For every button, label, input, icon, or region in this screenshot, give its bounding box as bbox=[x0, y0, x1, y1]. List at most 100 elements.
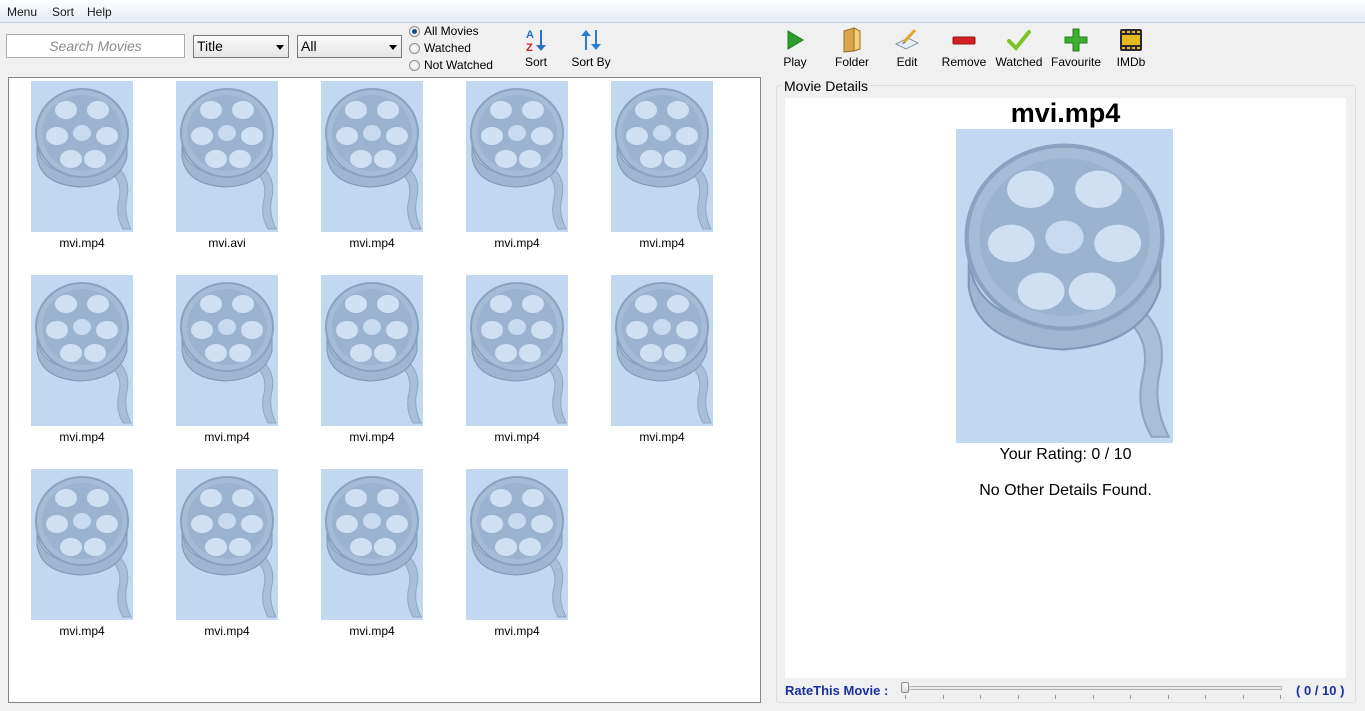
movie-tile[interactable]: mvi.mp4 bbox=[321, 275, 423, 444]
movie-tile[interactable]: mvi.mp4 bbox=[321, 81, 423, 250]
film-reel-thumbnail bbox=[321, 469, 423, 620]
radio-icon[interactable] bbox=[409, 59, 420, 71]
movie-name: mvi.mp4 bbox=[494, 236, 540, 250]
chevron-down-icon bbox=[276, 45, 284, 50]
radio-label: Not Watched bbox=[424, 58, 493, 72]
movie-tile[interactable]: mvi.mp4 bbox=[31, 81, 133, 250]
sort-arrows-icon bbox=[570, 26, 612, 54]
movie-grid[interactable]: mvi.mp4 mvi.avi mvi.mp4 mvi.mp4 mvi.mp4 … bbox=[8, 77, 761, 703]
film-reel-thumbnail bbox=[176, 469, 278, 620]
movie-name: mvi.mp4 bbox=[494, 430, 540, 444]
detail-other-text: No Other Details Found. bbox=[979, 482, 1152, 499]
slider-tick bbox=[1092, 695, 1094, 699]
slider-tick bbox=[980, 695, 981, 699]
movie-tile[interactable]: mvi.mp4 bbox=[321, 469, 423, 638]
minus-icon bbox=[941, 26, 987, 54]
sort-field-value: Title bbox=[197, 38, 223, 54]
chevron-down-icon bbox=[389, 45, 397, 50]
movie-details-content: mvi.mp4 Your Rating: 0 / 10 No Other Det… bbox=[785, 98, 1346, 678]
film-reel-thumbnail bbox=[466, 81, 568, 232]
slider-tick bbox=[1130, 695, 1131, 699]
rating-slider-track[interactable] bbox=[904, 686, 1282, 690]
film-reel-poster bbox=[956, 129, 1173, 443]
movie-tile[interactable]: mvi.mp4 bbox=[466, 275, 568, 444]
sort-button[interactable]: A Z Sort bbox=[521, 26, 551, 72]
film-reel-thumbnail bbox=[31, 81, 133, 232]
detail-movie-title: mvi.mp4 bbox=[1010, 98, 1121, 128]
menu-help[interactable]: Help bbox=[87, 5, 112, 19]
film-reel-thumbnail bbox=[611, 81, 713, 232]
film-reel-thumbnail bbox=[321, 275, 423, 426]
movie-tile[interactable]: mvi.mp4 bbox=[611, 275, 713, 444]
movie-tile[interactable]: mvi.avi bbox=[176, 81, 278, 250]
slider-tick bbox=[1167, 695, 1169, 699]
movie-tile[interactable]: mvi.mp4 bbox=[466, 81, 568, 250]
sort-field-select[interactable]: Title bbox=[193, 35, 289, 58]
movie-tile[interactable]: mvi.mp4 bbox=[466, 469, 568, 638]
folder-button[interactable]: Folder bbox=[833, 26, 871, 72]
slider-tick bbox=[1205, 695, 1206, 699]
rating-value-label: ( 0 / 10 ) bbox=[1296, 683, 1345, 698]
edit-button[interactable]: Edit bbox=[891, 26, 923, 72]
sort-label: Sort bbox=[524, 55, 547, 69]
svg-text:Z: Z bbox=[526, 42, 533, 53]
play-icon bbox=[780, 26, 810, 54]
movie-name: mvi.mp4 bbox=[349, 430, 395, 444]
film-reel-thumbnail bbox=[31, 469, 133, 620]
rating-slider-thumb[interactable] bbox=[901, 682, 909, 693]
movie-tile[interactable]: mvi.mp4 bbox=[31, 275, 133, 444]
folder-icon bbox=[833, 26, 871, 54]
radio-not-watched[interactable]: Not Watched bbox=[409, 57, 493, 73]
slider-tick bbox=[905, 695, 906, 699]
remove-button[interactable]: Remove bbox=[941, 26, 987, 72]
imdb-button[interactable]: IMDb bbox=[1115, 26, 1147, 72]
movie-name: mvi.mp4 bbox=[204, 430, 250, 444]
category-value: All bbox=[301, 38, 317, 54]
radio-all-movies[interactable]: All Movies bbox=[409, 23, 479, 39]
slider-tick bbox=[1055, 695, 1056, 699]
film-reel-thumbnail bbox=[31, 275, 133, 426]
radio-icon[interactable] bbox=[409, 42, 420, 54]
edit-icon bbox=[891, 26, 923, 54]
imdb-label: IMDb bbox=[1116, 55, 1146, 69]
sort-by-button[interactable]: Sort By bbox=[570, 26, 612, 72]
movie-tile[interactable]: mvi.mp4 bbox=[31, 469, 133, 638]
movie-name: mvi.mp4 bbox=[494, 624, 540, 638]
imdb-icon bbox=[1115, 26, 1147, 54]
search-input[interactable] bbox=[6, 34, 185, 58]
watched-button[interactable]: Watched bbox=[995, 26, 1043, 72]
sort-by-label: Sort By bbox=[571, 55, 611, 69]
slider-tick bbox=[1017, 695, 1019, 699]
radio-watched[interactable]: Watched bbox=[409, 40, 471, 56]
movie-details-heading: Movie Details bbox=[782, 78, 871, 94]
movie-name: mvi.avi bbox=[208, 236, 246, 250]
movie-name: mvi.mp4 bbox=[204, 624, 250, 638]
slider-tick bbox=[1280, 695, 1281, 699]
movie-name: mvi.mp4 bbox=[59, 430, 105, 444]
favourite-button[interactable]: Favourite bbox=[1050, 26, 1102, 72]
plus-icon bbox=[1050, 26, 1102, 54]
movie-name: mvi.mp4 bbox=[639, 430, 685, 444]
slider-tick bbox=[942, 695, 944, 699]
film-reel-thumbnail bbox=[466, 469, 568, 620]
film-reel-thumbnail bbox=[466, 275, 568, 426]
movie-name: mvi.mp4 bbox=[639, 236, 685, 250]
edit-label: Edit bbox=[896, 55, 918, 69]
radio-label: All Movies bbox=[424, 24, 479, 38]
film-reel-thumbnail bbox=[176, 275, 278, 426]
remove-label: Remove bbox=[941, 55, 987, 69]
detail-rating-text: Your Rating: 0 / 10 bbox=[999, 446, 1132, 463]
radio-label: Watched bbox=[424, 41, 471, 55]
slider-tick bbox=[1242, 695, 1244, 699]
movie-tile[interactable]: mvi.mp4 bbox=[176, 275, 278, 444]
movie-tile[interactable]: mvi.mp4 bbox=[176, 469, 278, 638]
menu-menu[interactable]: Menu bbox=[7, 5, 37, 19]
sort-az-icon: A Z bbox=[521, 26, 551, 54]
play-label: Play bbox=[783, 55, 807, 69]
play-button[interactable]: Play bbox=[780, 26, 810, 72]
menu-sort[interactable]: Sort bbox=[52, 5, 74, 19]
radio-icon[interactable] bbox=[409, 25, 420, 37]
rate-movie-label: RateThis Movie : bbox=[785, 683, 889, 698]
movie-tile[interactable]: mvi.mp4 bbox=[611, 81, 713, 250]
category-select[interactable]: All bbox=[297, 35, 402, 58]
